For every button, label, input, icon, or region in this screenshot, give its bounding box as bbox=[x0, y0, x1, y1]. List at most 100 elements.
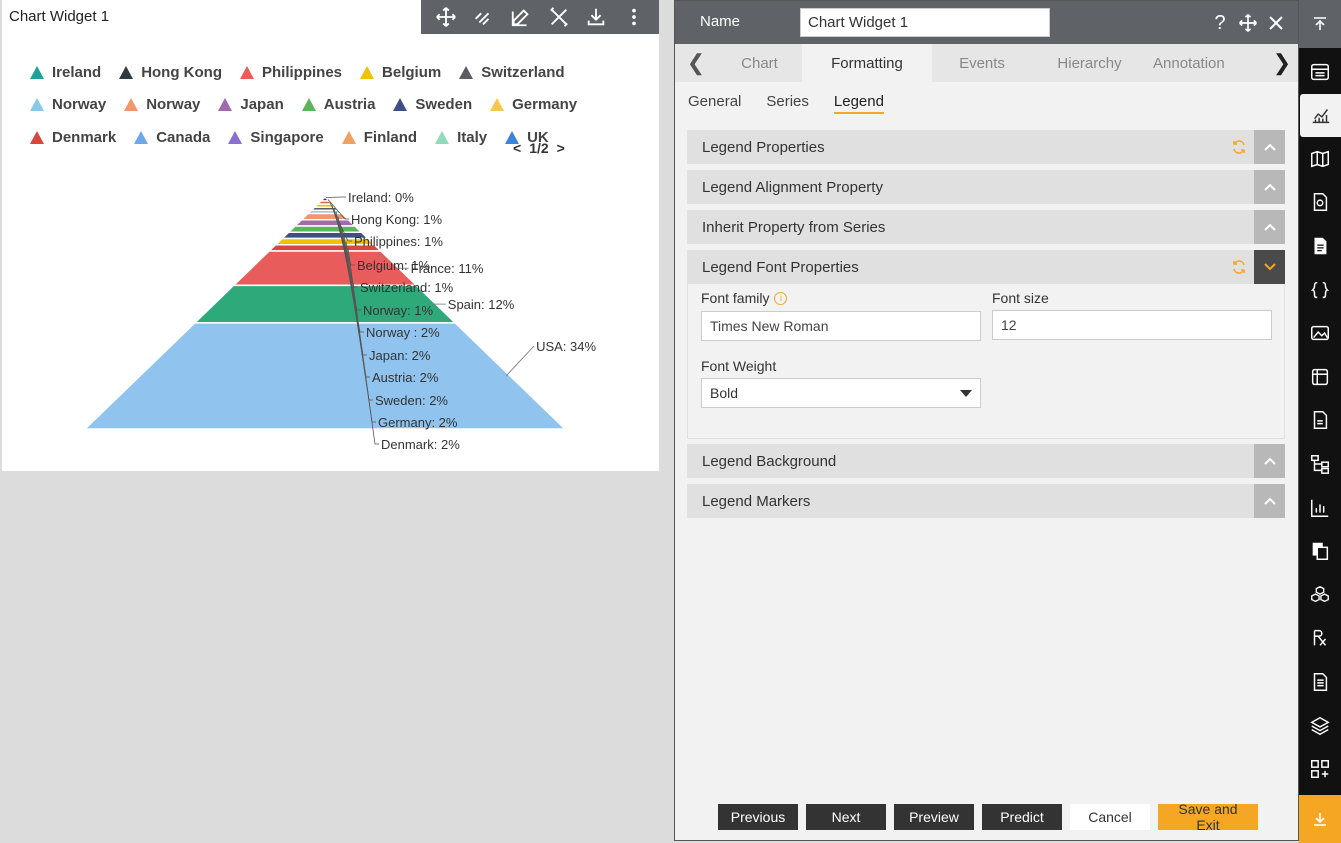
legend-item[interactable]: Norway bbox=[124, 96, 200, 113]
chevron-down-icon[interactable] bbox=[1254, 250, 1285, 284]
save-exit-button[interactable]: Save and Exit bbox=[1158, 801, 1258, 833]
chevron-up-icon[interactable] bbox=[1254, 130, 1285, 164]
info-icon[interactable]: i bbox=[774, 291, 788, 305]
font-size-input[interactable] bbox=[992, 310, 1272, 340]
next-button[interactable]: Next bbox=[806, 804, 886, 830]
legend-item[interactable]: Belgium bbox=[360, 64, 441, 81]
legend-item[interactable]: Austria bbox=[301, 96, 375, 113]
font-weight-value: Bold bbox=[710, 385, 739, 401]
help-icon[interactable]: ? bbox=[1210, 11, 1230, 35]
chevron-up-icon[interactable] bbox=[1254, 444, 1285, 478]
section-legend-alignment[interactable]: Legend Alignment Property bbox=[687, 170, 1285, 204]
copy-icon[interactable] bbox=[1299, 530, 1341, 573]
link-icon[interactable] bbox=[471, 5, 495, 29]
code-icon[interactable] bbox=[1299, 268, 1341, 311]
tab-bar: ❮ Chart Formatting Events Hierarchy Anno… bbox=[675, 44, 1298, 82]
tab-annotation[interactable]: Annotation bbox=[1147, 44, 1257, 82]
preview-button[interactable]: Preview bbox=[894, 804, 974, 830]
add-widget-icon[interactable] bbox=[1299, 748, 1341, 791]
rx-icon[interactable] bbox=[1299, 617, 1341, 660]
layers-icon[interactable] bbox=[1299, 704, 1341, 747]
legend-item[interactable]: Switzerland bbox=[459, 64, 565, 81]
tab-hierarchy[interactable]: Hierarchy bbox=[1032, 44, 1147, 82]
report-icon[interactable] bbox=[1299, 181, 1341, 224]
section-legend-font[interactable]: Legend Font Properties bbox=[687, 250, 1285, 284]
legend-item[interactable]: Canada bbox=[134, 129, 210, 146]
tab-chart[interactable]: Chart bbox=[717, 44, 802, 82]
edit-icon[interactable] bbox=[509, 5, 533, 29]
predict-button[interactable]: Predict bbox=[982, 804, 1062, 830]
legend-label: Norway bbox=[146, 96, 201, 114]
cancel-button[interactable]: Cancel bbox=[1070, 804, 1150, 830]
pyramid-slice[interactable] bbox=[83, 322, 567, 430]
close-icon[interactable] bbox=[1266, 11, 1286, 35]
pyramid-slice[interactable] bbox=[293, 219, 357, 227]
legend-label: Hong Kong bbox=[141, 63, 222, 81]
section-legend-background[interactable]: Legend Background bbox=[687, 444, 1285, 478]
name-input[interactable] bbox=[800, 8, 1050, 37]
legend-item[interactable]: Japan bbox=[218, 96, 284, 113]
font-weight-select[interactable]: Bold bbox=[701, 378, 981, 408]
tab-formatting[interactable]: Formatting bbox=[802, 44, 932, 82]
map-icon[interactable] bbox=[1299, 137, 1341, 180]
legend-item[interactable]: Germany bbox=[490, 96, 577, 113]
table-icon[interactable] bbox=[1299, 50, 1341, 93]
subtab-series[interactable]: Series bbox=[766, 93, 809, 114]
cubes-icon[interactable] bbox=[1299, 573, 1341, 616]
section-title: Legend Background bbox=[702, 452, 837, 470]
legend-item[interactable]: Hong Kong bbox=[119, 64, 222, 81]
tab-next-icon[interactable]: ❯ bbox=[1266, 44, 1298, 82]
section-legend-properties[interactable]: Legend Properties bbox=[687, 130, 1285, 164]
legend-next-button[interactable]: > bbox=[557, 140, 565, 156]
font-family-label: Font family i bbox=[701, 290, 788, 306]
chart-icon[interactable] bbox=[1300, 93, 1341, 137]
legend-item[interactable]: Philippines bbox=[240, 64, 342, 81]
legend-item[interactable]: Italy bbox=[435, 129, 487, 146]
subtab-bar: General Series Legend bbox=[688, 93, 884, 114]
legend-item[interactable]: Norway bbox=[30, 96, 106, 113]
legend-row: Norway Norway Japan Austria Sweden Germany bbox=[30, 89, 590, 122]
refresh-icon[interactable] bbox=[1224, 259, 1254, 275]
legend-prev-button[interactable]: < bbox=[513, 140, 521, 156]
image-icon[interactable] bbox=[1299, 312, 1341, 355]
legend-label: Norway bbox=[52, 96, 107, 114]
data-label: Philippines: 1% bbox=[354, 234, 443, 249]
widget-toolbar bbox=[421, 0, 659, 34]
move-icon[interactable] bbox=[1238, 11, 1258, 35]
font-family-input[interactable] bbox=[701, 311, 981, 341]
legend-item[interactable]: Ireland bbox=[30, 64, 101, 81]
more-icon[interactable] bbox=[622, 5, 646, 29]
legend-item[interactable]: Denmark bbox=[30, 129, 116, 146]
tools-icon[interactable] bbox=[547, 5, 571, 29]
download-icon[interactable] bbox=[584, 5, 608, 29]
legend-marker-icon bbox=[30, 130, 44, 144]
legend-item[interactable]: Finland bbox=[341, 129, 417, 146]
legend-item[interactable]: Singapore bbox=[228, 128, 324, 146]
chevron-up-icon[interactable] bbox=[1254, 484, 1285, 518]
section-legend-markers[interactable]: Legend Markers bbox=[687, 484, 1285, 518]
bar-chart-icon[interactable] bbox=[1299, 486, 1341, 529]
chevron-up-icon[interactable] bbox=[1254, 170, 1285, 204]
section-title: Legend Markers bbox=[702, 492, 811, 510]
collapse-top-icon[interactable] bbox=[1299, 0, 1341, 48]
panel-header: Name ? bbox=[675, 1, 1298, 44]
chevron-up-icon[interactable] bbox=[1254, 210, 1285, 244]
subtab-general[interactable]: General bbox=[688, 93, 741, 114]
legend-font-body: Font family i Font size Font Weight Bold bbox=[687, 284, 1285, 439]
refresh-icon[interactable] bbox=[1224, 139, 1254, 155]
download-bottom-icon[interactable] bbox=[1299, 795, 1341, 843]
legend-item[interactable]: Sweden bbox=[393, 96, 472, 113]
tab-prev-icon[interactable]: ❮ bbox=[675, 44, 717, 82]
legend-label: Italy bbox=[457, 128, 488, 146]
scheduler-icon[interactable] bbox=[1299, 355, 1341, 398]
move-icon[interactable] bbox=[434, 5, 458, 29]
tab-events[interactable]: Events bbox=[932, 44, 1032, 82]
section-inherit-property[interactable]: Inherit Property from Series bbox=[687, 210, 1285, 244]
legend-label: Singapore bbox=[250, 128, 324, 146]
notes-icon[interactable] bbox=[1299, 660, 1341, 703]
hierarchy-icon[interactable] bbox=[1299, 442, 1341, 485]
previous-button[interactable]: Previous bbox=[718, 804, 798, 830]
subtab-legend[interactable]: Legend bbox=[833, 93, 884, 114]
file-icon[interactable] bbox=[1299, 399, 1341, 442]
document-icon[interactable] bbox=[1299, 224, 1341, 267]
